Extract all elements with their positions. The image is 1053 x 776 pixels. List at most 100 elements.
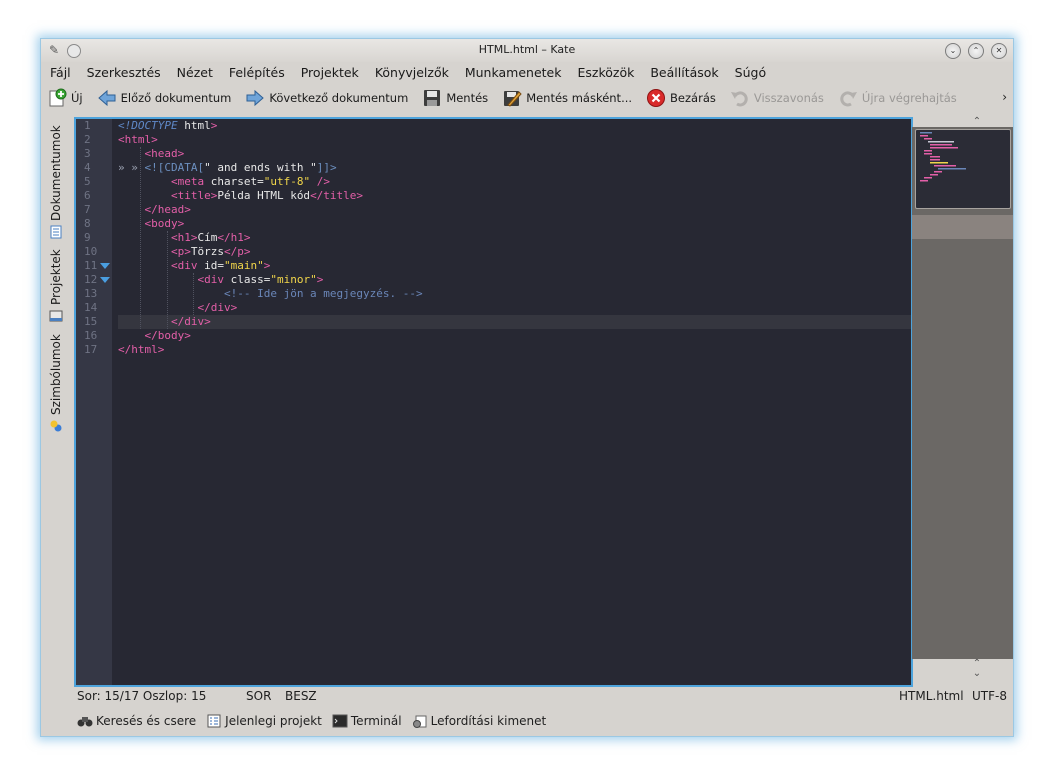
code-line[interactable]: </body> bbox=[118, 329, 911, 343]
minimap-scroll-band[interactable] bbox=[912, 215, 1013, 239]
new-button-label: Új bbox=[71, 91, 83, 105]
toolbar-overflow-button[interactable]: › bbox=[1002, 90, 1007, 104]
line-number: 9 bbox=[84, 231, 91, 244]
tab-documents-label: Dokumentumok bbox=[49, 125, 63, 221]
menu-view[interactable]: Nézet bbox=[169, 62, 221, 84]
menu-build[interactable]: Felépítés bbox=[221, 62, 293, 84]
build-output-label: Lefordítási kimenet bbox=[430, 714, 547, 728]
file-type-indicator[interactable]: HTML.html bbox=[899, 689, 964, 703]
code-token: "main" bbox=[223, 259, 264, 272]
code-token: </title> bbox=[310, 189, 364, 202]
code-editor[interactable]: 1 2 3 4 5 6 7 8 9 10 11 12 13 14 15 16 17 <!DOCTYPE html… bbox=[74, 117, 913, 687]
code-line[interactable]: <!-- Ide jön a megjegyzés. --> bbox=[118, 287, 911, 301]
menu-tools[interactable]: Eszközök bbox=[569, 62, 642, 84]
line-number: 8 bbox=[84, 217, 91, 230]
code-line[interactable]: <meta charset="utf-8" /> bbox=[118, 175, 911, 189]
code-line[interactable]: <div id="main"> bbox=[118, 259, 911, 273]
code-line[interactable]: <head> bbox=[118, 147, 911, 161]
code-line[interactable]: <div class="minor"> bbox=[118, 273, 911, 287]
line-number: 12 bbox=[84, 273, 98, 286]
code-line[interactable]: </html> bbox=[118, 343, 911, 357]
line-mode-indicator[interactable]: SOR bbox=[246, 689, 271, 703]
close-document-label: Bezárás bbox=[670, 91, 716, 105]
code-token: <head> bbox=[144, 147, 185, 160]
line-number: 13 bbox=[84, 287, 98, 300]
menu-file[interactable]: Fájl bbox=[41, 62, 79, 84]
code-token: </h1> bbox=[217, 231, 251, 244]
close-window-button[interactable]: ✕ bbox=[991, 43, 1007, 59]
line-number: 7 bbox=[84, 203, 91, 216]
code-token: "utf-8" bbox=[263, 175, 311, 188]
search-replace-button[interactable]: Keresés és csere bbox=[77, 710, 196, 732]
build-output-button[interactable]: Lefordítási kimenet bbox=[412, 710, 547, 732]
encoding-indicator[interactable]: UTF-8 bbox=[972, 689, 1007, 703]
minimap-scroll-down-icon[interactable]: ⌃ ⌄ bbox=[955, 659, 999, 679]
redo-label: Újra végrehajtás bbox=[861, 91, 957, 105]
line-number-gutter[interactable]: 1 2 3 4 5 6 7 8 9 10 11 12 13 14 15 16 17 bbox=[76, 119, 112, 685]
current-project-button[interactable]: Jelenlegi projekt bbox=[206, 710, 322, 732]
tab-symbols[interactable]: Szimbólumok bbox=[44, 329, 68, 433]
code-token: > bbox=[316, 273, 324, 286]
code-token: > bbox=[210, 119, 218, 132]
code-token: Cím bbox=[197, 231, 218, 244]
kate-window: ✎ HTML.html – Kate ⌄ ⌃ ✕ Fájl Szerkeszté… bbox=[40, 38, 1014, 737]
documents-icon bbox=[50, 225, 62, 239]
arrow-right-icon bbox=[246, 89, 265, 107]
fold-marker-icon[interactable] bbox=[100, 263, 110, 269]
code-line[interactable]: </div> bbox=[118, 301, 911, 315]
redo-button[interactable]: Újra végrehajtás bbox=[832, 86, 965, 110]
code-line[interactable]: » » <![CDATA[" and ends with "]]> bbox=[118, 161, 911, 175]
floppy-disk-icon bbox=[424, 90, 441, 106]
code-line[interactable]: <h1>Cím</h1> bbox=[118, 231, 911, 245]
minimize-button[interactable]: ⌄ bbox=[945, 43, 961, 59]
fold-marker-icon[interactable] bbox=[100, 277, 110, 283]
minimap-preview bbox=[920, 132, 966, 182]
code-line[interactable]: </div> bbox=[118, 315, 911, 329]
menu-bookmarks[interactable]: Könyvjelzők bbox=[367, 62, 457, 84]
menu-edit[interactable]: Szerkesztés bbox=[79, 62, 169, 84]
menu-help[interactable]: Súgó bbox=[727, 62, 774, 84]
code-line[interactable]: <!DOCTYPE html> bbox=[118, 119, 911, 133]
code-line[interactable]: <title>Példa HTML kód</title> bbox=[118, 189, 911, 203]
minimap-viewport[interactable] bbox=[915, 129, 1011, 209]
tab-documents[interactable]: Dokumentumok bbox=[44, 117, 68, 239]
new-button[interactable]: Új bbox=[41, 86, 91, 110]
code-token: <div bbox=[170, 259, 198, 272]
code-line[interactable]: </head> bbox=[118, 203, 911, 217]
tab-projects[interactable]: Projektek bbox=[44, 243, 68, 323]
insert-mode-indicator[interactable]: BESZ bbox=[285, 689, 317, 703]
save-button[interactable]: Mentés bbox=[416, 86, 496, 110]
code-line[interactable]: <p>Törzs</p> bbox=[118, 245, 911, 259]
current-project-label: Jelenlegi projekt bbox=[225, 714, 322, 728]
cursor-position[interactable]: Sor: 15/17 Oszlop: 15 bbox=[77, 689, 206, 703]
menu-sessions[interactable]: Munkamenetek bbox=[457, 62, 570, 84]
save-button-label: Mentés bbox=[446, 91, 489, 105]
code-token: <title> bbox=[170, 189, 218, 202]
code-token: " and ends with " bbox=[204, 161, 317, 174]
code-token: <body> bbox=[144, 217, 185, 230]
title-bar[interactable]: ✎ HTML.html – Kate ⌄ ⌃ ✕ bbox=[41, 39, 1013, 62]
indent-guide bbox=[166, 231, 168, 329]
menu-projects[interactable]: Projektek bbox=[293, 62, 367, 84]
code-line[interactable]: <body> bbox=[118, 217, 911, 231]
save-as-button[interactable]: Mentés másként... bbox=[496, 86, 640, 110]
previous-document-label: Előző dokumentum bbox=[120, 91, 232, 105]
code-line[interactable]: <html> bbox=[118, 133, 911, 147]
next-document-button[interactable]: Következő dokumentum bbox=[239, 86, 416, 110]
bottom-toolview-bar: Keresés és csere Jelenlegi projekt Termi… bbox=[41, 710, 1013, 732]
previous-document-button[interactable]: Előző dokumentum bbox=[91, 86, 240, 110]
close-document-button[interactable]: Bezárás bbox=[640, 86, 724, 110]
menu-settings[interactable]: Beállítások bbox=[642, 62, 726, 84]
tab-projects-label: Projektek bbox=[49, 249, 63, 305]
line-number: 5 bbox=[84, 175, 91, 188]
maximize-button[interactable]: ⌃ bbox=[968, 43, 984, 59]
left-sidebar-tabs: Dokumentumok Projektek Szimbólumok bbox=[41, 117, 71, 437]
terminal-button[interactable]: Terminál bbox=[332, 710, 402, 732]
minimap-scroll-up-icon[interactable]: ⌃ bbox=[955, 116, 999, 127]
undo-button[interactable]: Visszavonás bbox=[724, 86, 832, 110]
